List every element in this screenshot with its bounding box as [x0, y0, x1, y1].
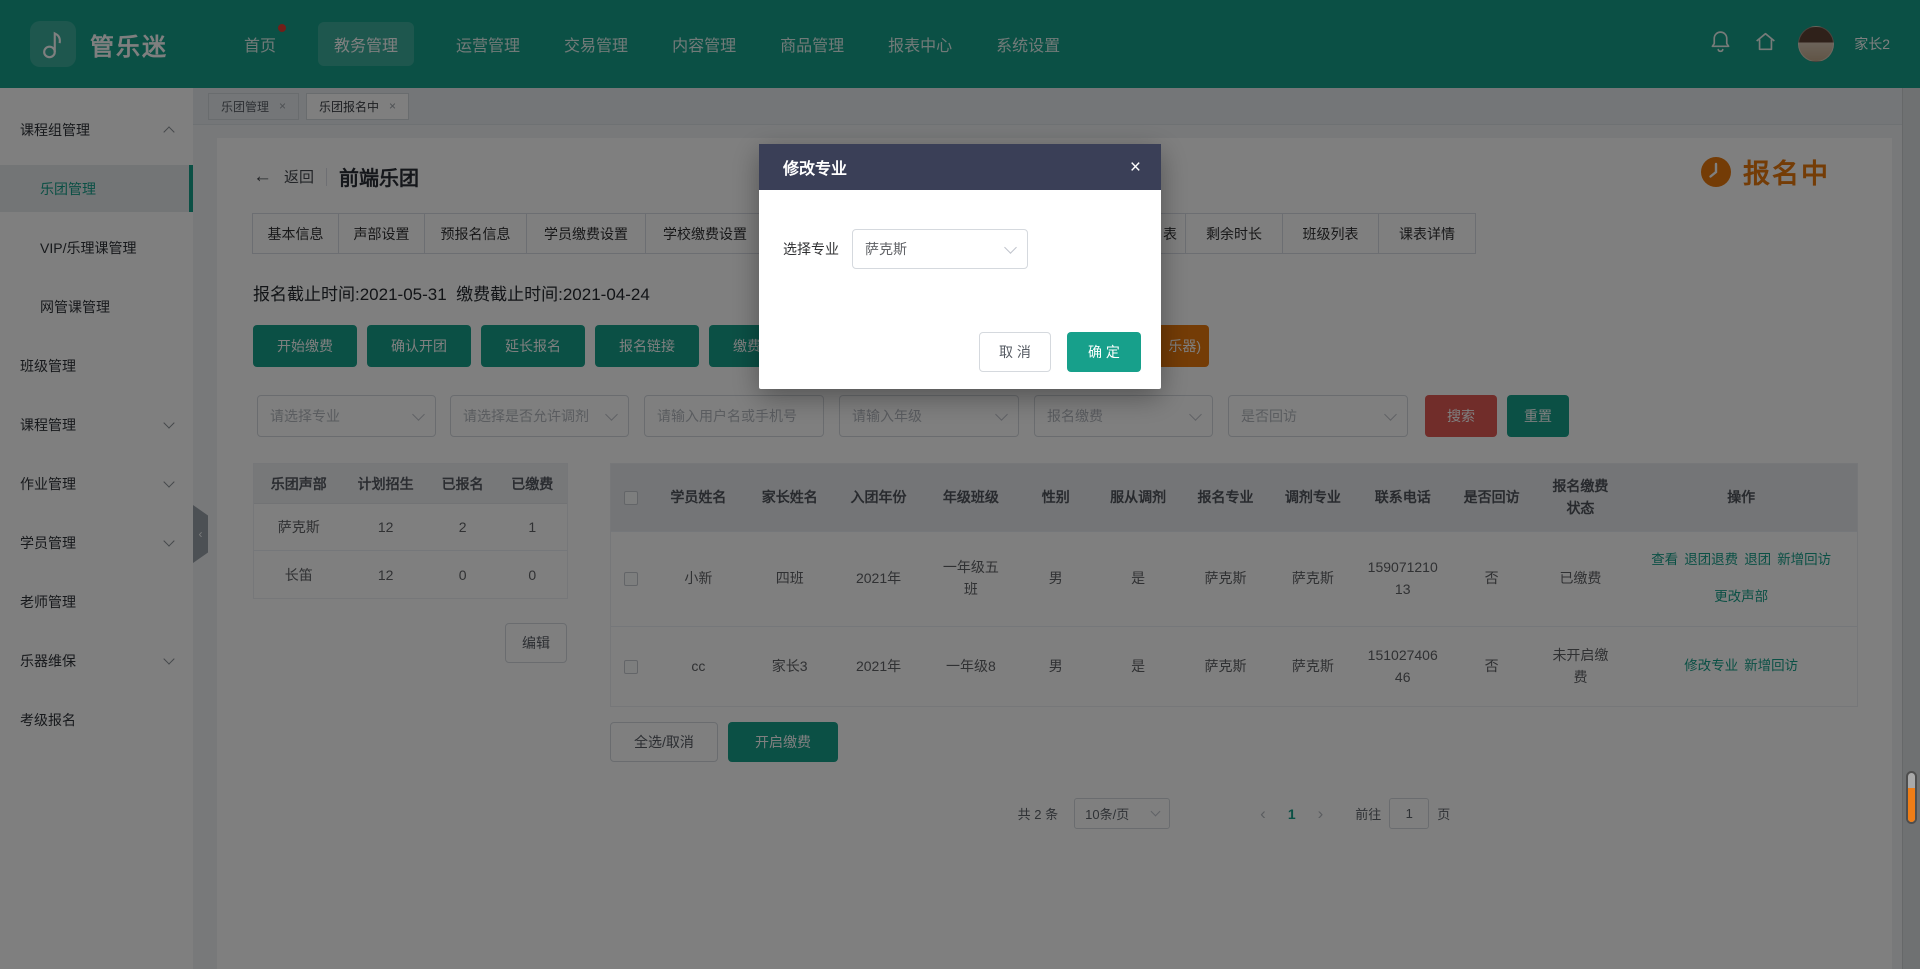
dialog-title: 修改专业	[783, 155, 847, 179]
dialog-footer: 取 消 确 定	[979, 332, 1141, 372]
cancel-button[interactable]: 取 消	[979, 332, 1051, 372]
modify-major-dialog: 修改专业 × 选择专业 萨克斯 取 消 确 定	[759, 144, 1161, 389]
scrollbar-thumb[interactable]	[1906, 771, 1917, 824]
field-label: 选择专业	[783, 239, 839, 259]
major-select[interactable]: 萨克斯	[852, 229, 1028, 269]
chevron-down-icon	[1004, 241, 1017, 254]
confirm-button[interactable]: 确 定	[1067, 332, 1141, 372]
scrollbar-thumb-indicator	[1908, 788, 1915, 822]
dialog-header: 修改专业 ×	[759, 144, 1161, 190]
close-icon[interactable]: ×	[1130, 158, 1141, 177]
dialog-field: 选择专业 萨克斯	[783, 229, 1028, 269]
